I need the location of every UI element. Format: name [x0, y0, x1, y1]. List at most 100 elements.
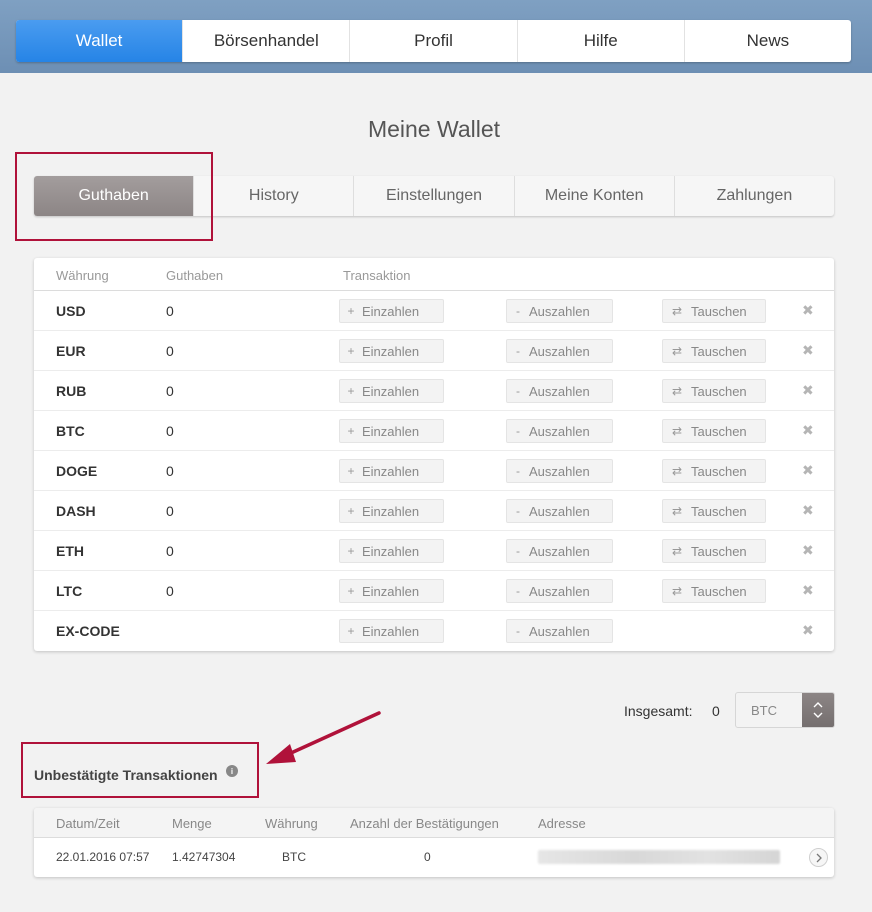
wallet-row: DASH 0 + Einzahlen - Auszahlen ⇄ Tauschen ✖ [34, 491, 834, 531]
deposit-button[interactable]: + Einzahlen [339, 379, 444, 403]
exchange-button[interactable]: ⇄ Tauschen [662, 339, 766, 363]
wallet-row: DOGE 0 + Einzahlen - Auszahlen ⇄ Tauschen ✖ [34, 451, 834, 491]
wallet-row: ETH 0 + Einzahlen - Auszahlen ⇄ Tauschen ✖ [34, 531, 834, 571]
total-currency-select[interactable]: BTC [735, 692, 835, 728]
pending-currency: BTC [282, 850, 306, 864]
withdraw-button[interactable]: - Auszahlen [506, 579, 613, 603]
exchange-arrows-icon: ⇄ [671, 584, 683, 598]
top-tab-hilfe[interactable]: Hilfe [518, 20, 685, 62]
total-value: 0 [712, 703, 720, 719]
currency-balance: 0 [166, 463, 174, 479]
exchange-button[interactable]: ⇄ Tauschen [662, 299, 766, 323]
withdraw-button[interactable]: - Auszahlen [506, 539, 613, 563]
remove-icon[interactable]: ✖ [802, 502, 814, 519]
deposit-button[interactable]: + Einzahlen [339, 299, 444, 323]
minus-icon: - [516, 584, 520, 598]
button-label: Tauschen [691, 303, 747, 319]
button-label: Auszahlen [529, 383, 590, 399]
minus-icon: - [516, 384, 520, 398]
currency-code: ETH [56, 543, 84, 559]
button-label: Einzahlen [362, 463, 420, 479]
wallet-row: LTC 0 + Einzahlen - Auszahlen ⇄ Tauschen ✖ [34, 571, 834, 611]
currency-balance: 0 [166, 423, 174, 439]
deposit-button[interactable]: + Einzahlen [339, 419, 444, 443]
remove-icon[interactable]: ✖ [802, 382, 814, 399]
withdraw-button[interactable]: - Auszahlen [506, 499, 613, 523]
deposit-button[interactable]: + Einzahlen [339, 459, 444, 483]
remove-icon[interactable]: ✖ [802, 342, 814, 359]
plus-icon: + [347, 504, 355, 518]
plus-icon: + [347, 464, 355, 478]
withdraw-button[interactable]: - Auszahlen [506, 419, 613, 443]
plus-icon: + [347, 384, 355, 398]
top-tab-news[interactable]: News [685, 20, 851, 62]
currency-balance: 0 [166, 543, 174, 559]
button-label: Tauschen [691, 383, 747, 399]
minus-icon: - [516, 424, 520, 438]
pending-amount: 1.42747304 [172, 850, 236, 864]
header-currency: Währung [265, 816, 318, 831]
button-label: Einzahlen [362, 303, 420, 319]
withdraw-button[interactable]: - Auszahlen [506, 299, 613, 323]
remove-icon[interactable]: ✖ [802, 622, 814, 639]
chevron-right-icon[interactable] [809, 848, 828, 867]
remove-icon[interactable]: ✖ [802, 462, 814, 479]
exchange-button[interactable]: ⇄ Tauschen [662, 419, 766, 443]
button-label: Tauschen [691, 583, 747, 599]
currency-balance: 0 [166, 383, 174, 399]
total-label: Insgesamt: [624, 703, 693, 719]
top-tab-profil[interactable]: Profil [350, 20, 518, 62]
button-label: Auszahlen [529, 463, 590, 479]
minus-icon: - [516, 624, 520, 638]
currency-code: LTC [56, 583, 83, 599]
withdraw-button[interactable]: - Auszahlen [506, 459, 613, 483]
withdraw-button[interactable]: - Auszahlen [506, 379, 613, 403]
wallet-row: RUB 0 + Einzahlen - Auszahlen ⇄ Tauschen ✖ [34, 371, 834, 411]
pending-address-redacted [538, 850, 780, 864]
button-label: Auszahlen [529, 583, 590, 599]
plus-icon: + [347, 624, 355, 638]
button-label: Einzahlen [362, 583, 420, 599]
button-label: Einzahlen [362, 503, 420, 519]
currency-code: BTC [56, 423, 85, 439]
button-label: Einzahlen [362, 423, 420, 439]
header-transaction: Transaktion [343, 268, 411, 283]
withdraw-button[interactable]: - Auszahlen [506, 339, 613, 363]
info-icon[interactable]: i [226, 765, 238, 777]
currency-code: DOGE [56, 463, 98, 479]
pending-confirmations: 0 [424, 850, 431, 864]
exchange-button[interactable]: ⇄ Tauschen [662, 539, 766, 563]
currency-balance: 0 [166, 583, 174, 599]
exchange-button[interactable]: ⇄ Tauschen [662, 459, 766, 483]
button-label: Einzahlen [362, 383, 420, 399]
page-title: Meine Wallet [367, 116, 501, 142]
button-label: Auszahlen [529, 423, 590, 439]
sub-tab-zahlungen[interactable]: Zahlungen [675, 176, 834, 216]
top-tab-b-rsenhandel[interactable]: Börsenhandel [183, 20, 351, 62]
plus-icon: + [347, 304, 355, 318]
sub-tab-meine-konten[interactable]: Meine Konten [515, 176, 675, 216]
remove-icon[interactable]: ✖ [802, 422, 814, 439]
deposit-button[interactable]: + Einzahlen [339, 619, 444, 643]
header-balance: Guthaben [166, 268, 224, 283]
withdraw-button[interactable]: - Auszahlen [506, 619, 613, 643]
header-confirmations: Anzahl der Bestätigungen [350, 816, 499, 831]
sub-tab-history[interactable]: History [194, 176, 355, 216]
exchange-button[interactable]: ⇄ Tauschen [662, 499, 766, 523]
deposit-button[interactable]: + Einzahlen [339, 579, 444, 603]
exchange-arrows-icon: ⇄ [671, 504, 683, 518]
exchange-button[interactable]: ⇄ Tauschen [662, 579, 766, 603]
top-tab-wallet[interactable]: Wallet [16, 20, 184, 62]
remove-icon[interactable]: ✖ [802, 582, 814, 599]
total-currency-value: BTC [751, 703, 777, 718]
deposit-button[interactable]: + Einzahlen [339, 339, 444, 363]
remove-icon[interactable]: ✖ [802, 302, 814, 319]
deposit-button[interactable]: + Einzahlen [339, 499, 444, 523]
button-label: Auszahlen [529, 543, 590, 559]
exchange-arrows-icon: ⇄ [671, 344, 683, 358]
exchange-button[interactable]: ⇄ Tauschen [662, 379, 766, 403]
deposit-button[interactable]: + Einzahlen [339, 539, 444, 563]
sub-tab-einstellungen[interactable]: Einstellungen [354, 176, 515, 216]
pending-date: 22.01.2016 07:57 [56, 850, 150, 864]
remove-icon[interactable]: ✖ [802, 542, 814, 559]
